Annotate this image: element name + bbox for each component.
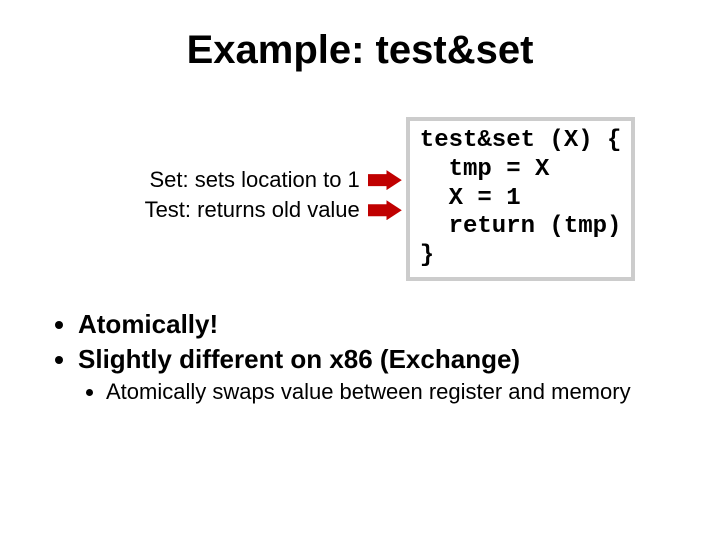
code-line: X = 1 [420, 185, 521, 212]
code-line: test&set (X) { [420, 127, 622, 154]
annotation-set: Set: sets location to 1 [149, 168, 401, 192]
bullet-item: Slightly different on x86 (Exchange) Ato… [78, 344, 670, 405]
arrow-right-icon [368, 200, 402, 220]
code-box: test&set (X) { tmp = X X = 1 return (tmp… [406, 117, 636, 281]
upper-row: Set: sets location to 1 Test: returns ol… [100, 117, 680, 281]
annotation-test: Test: returns old value [145, 198, 402, 222]
code-line: tmp = X [420, 156, 550, 183]
annotations: Set: sets location to 1 Test: returns ol… [145, 117, 402, 225]
code-line: } [420, 242, 434, 269]
page-title: Example: test&set [40, 28, 680, 73]
sub-bullet-item: Atomically swaps value between register … [106, 379, 670, 405]
code-line: return (tmp) [420, 213, 622, 240]
bullet-list: Atomically! Slightly different on x86 (E… [50, 309, 670, 405]
bullet-text: Slightly different on x86 (Exchange) [78, 344, 520, 374]
arrow-right-icon [368, 170, 402, 190]
annotation-test-text: Test: returns old value [145, 198, 360, 222]
bullet-item: Atomically! [78, 309, 670, 340]
slide: Example: test&set Set: sets location to … [0, 0, 720, 540]
annotation-set-text: Set: sets location to 1 [149, 168, 359, 192]
